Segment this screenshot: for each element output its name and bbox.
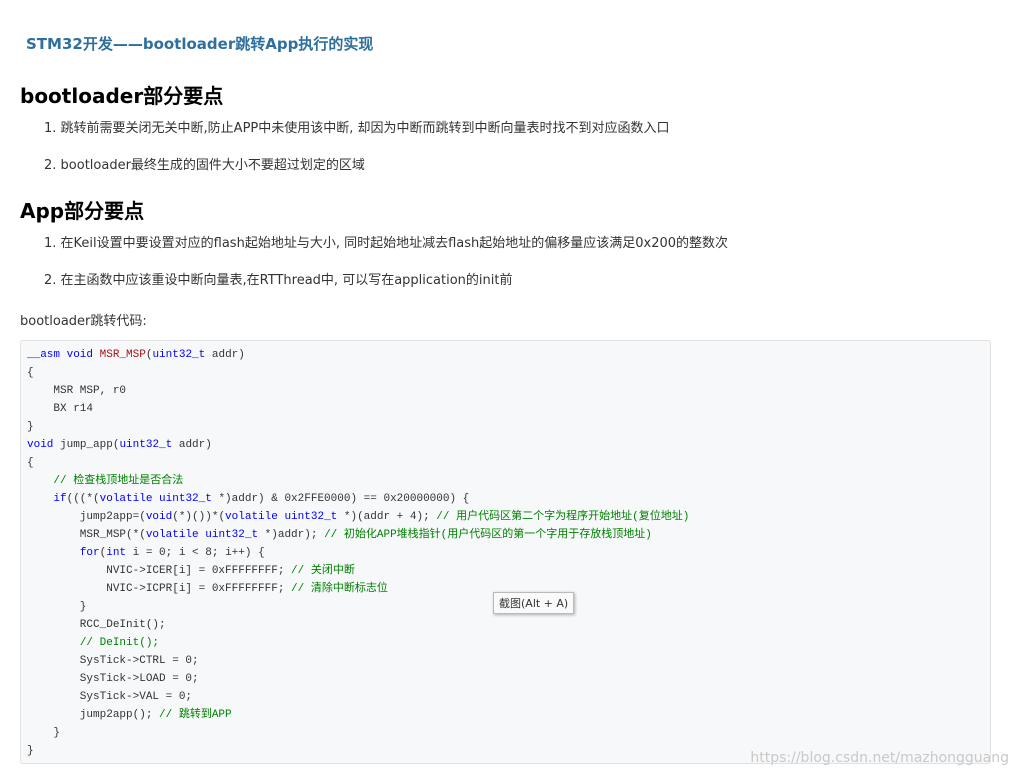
code-line: for(int i = 0; i < 8; i++) { [27,544,689,562]
code-line: } [27,418,689,436]
code-token: } [27,421,34,433]
list-item-text: 在Keil设置中要设置对应的flash起始地址与大小, 同时起始地址减去flas… [60,236,729,251]
code-token: (*)())*( [172,511,226,523]
code-line: __asm void MSR_MSP(uint32_t addr) [27,346,689,364]
code-token: uint32_t [152,349,206,361]
code-token: volatile uint32_t [99,493,212,505]
code-token: *)addr); [258,529,325,541]
code-token: void [27,439,61,451]
code-token: __asm void [27,349,100,361]
code-token: { [27,367,34,379]
watermark: https://blog.csdn.net/mazhongguang [750,750,1009,766]
code-line: jump2app=(void(*)())*(volatile uint32_t … [27,508,690,526]
code-token: // 清除中断标志位 [291,583,388,595]
code-token: MSR_MSP [99,349,146,361]
code-line: NVIC->ICPR[i] = 0xFFFFFFFF; // 清除中断标志位 [27,580,689,598]
code-token: *)addr) & 0x2FFE0000) == 0x20000000) { [211,493,470,505]
code-token: SysTick->CTRL = 0; [27,655,199,667]
list-item-text: 在主函数中应该重设中断向量表,在RTThread中, 可以写在applicati… [60,273,513,288]
code-token: void [145,511,173,523]
code-line: { [27,454,689,472]
code-line: SysTick->CTRL = 0; [27,652,689,670]
code-token: } [27,601,87,613]
code-line: RCC_DeInit(); [27,616,689,634]
code-line: void jump_app(uint32_t addr) [27,436,689,454]
code-line: // DeInit(); [27,634,689,652]
code-block[interactable]: __asm void MSR_MSP(uint32_t addr) { MSR M… [20,340,991,764]
code-token: BX r14 [27,403,94,415]
code-token: for [79,547,100,559]
code-token: i = 0; i < 8; i++) { [126,547,265,559]
code-token: volatile uint32_t [145,529,259,541]
code-line: } [27,598,689,616]
code-token: MSR_MSP(*( [27,529,146,541]
code-token: // 跳转到APP [159,709,232,721]
code-line: MSR MSP, r0 [27,382,689,400]
code-token: *)(addr + 4); [337,511,437,523]
code-line: { [27,364,689,382]
section-heading-app: App部分要点 [20,199,145,223]
section-heading-bootloader: bootloader部分要点 [20,84,224,108]
code-text: __asm void MSR_MSP(uint32_t addr) { MSR M… [27,346,689,760]
code-token: uint32_t [119,439,173,451]
list-item-text: 跳转前需要关闭无关中断,防止APP中未使用该中断, 却因为中断而跳转到中断向量表… [60,121,670,136]
code-token: // 初始化APP堆栈指针(用户代码区的第一个字用于存放栈顶地址) [324,529,652,541]
code-token: NVIC->ICER[i] = 0xFFFFFFFF; [27,565,292,577]
code-token: // DeInit(); [79,637,160,649]
code-token: // 用户代码区第二个字为程序开始地址(复位地址) [436,511,690,523]
list-item: 1. 跳转前需要关闭无关中断,防止APP中未使用该中断, 却因为中断而跳转到中断… [44,121,670,136]
code-token: volatile uint32_t [225,511,338,523]
code-token: { [27,457,34,469]
code-token: (((*( [66,493,100,505]
code-line: MSR_MSP(*(volatile uint32_t *)addr); // … [27,526,689,544]
code-token: jump2app=( [27,511,146,523]
code-token: jump_app [60,439,113,451]
code-token: SysTick->VAL = 0; [27,691,193,703]
article-title[interactable]: STM32开发——bootloader跳转App执行的实现 [26,33,373,54]
code-line: SysTick->LOAD = 0; [27,670,689,688]
list-item: 2. 在主函数中应该重设中断向量表,在RTThread中, 可以写在applic… [44,273,513,288]
code-line: // 检查栈顶地址是否合法 [27,472,689,490]
code-line: NVIC->ICER[i] = 0xFFFFFFFF; // 关闭中断 [27,562,689,580]
code-caption: bootloader跳转代码: [20,314,147,329]
code-line: SysTick->VAL = 0; [27,688,689,706]
code-token: // 检查栈顶地址是否合法 [53,475,184,487]
code-line: if(((*(volatile uint32_t *)addr) & 0x2FF… [27,490,689,508]
code-token: if [53,493,67,505]
code-token: SysTick->LOAD = 0; [27,673,199,685]
code-token: // 关闭中断 [291,565,355,577]
code-token: } [27,745,34,757]
code-line: } [27,724,689,742]
code-line: jump2app(); // 跳转到APP [27,706,689,724]
code-token: } [27,727,61,739]
list-item-text: bootloader最终生成的固件大小不要超过划定的区域 [60,158,365,173]
list-item: 1. 在Keil设置中要设置对应的flash起始地址与大小, 同时起始地址减去f… [44,236,729,251]
screenshot-tooltip: 截图(Alt + A) [493,592,575,614]
code-token: addr) [205,349,245,361]
code-token: jump2app(); [27,709,160,721]
code-line: BX r14 [27,400,689,418]
code-token: addr) [172,439,212,451]
code-token: RCC_DeInit(); [27,619,166,631]
code-token: int [106,547,127,559]
list-item: 2. bootloader最终生成的固件大小不要超过划定的区域 [44,158,365,173]
code-token: MSR MSP, r0 [27,385,127,397]
code-token: NVIC->ICPR[i] = 0xFFFFFFFF; [27,583,292,595]
code-line: } [27,742,689,760]
